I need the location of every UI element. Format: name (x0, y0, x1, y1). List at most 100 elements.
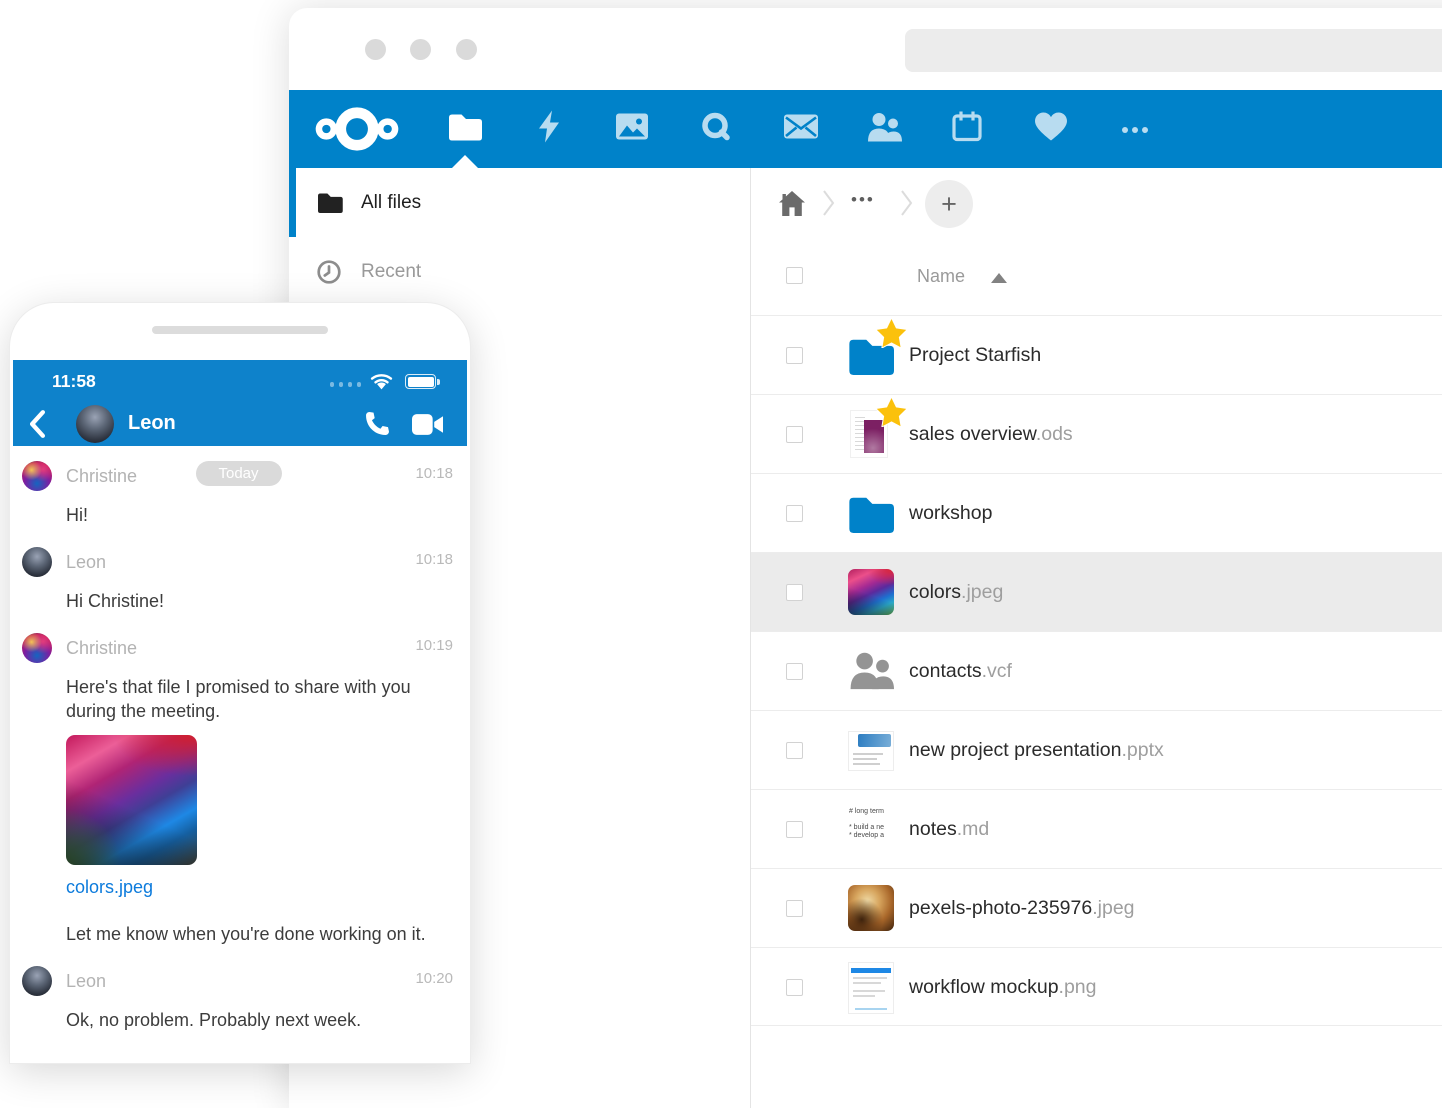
talk-app-icon[interactable] (701, 112, 731, 147)
markdown-preview-line: # long term (849, 808, 898, 816)
calendar-app-icon[interactable] (952, 112, 982, 147)
row-checkbox[interactable] (786, 979, 803, 996)
file-row-colors[interactable]: colors.jpeg (751, 552, 1442, 631)
back-chevron-icon[interactable] (30, 410, 45, 443)
file-name[interactable]: colors (909, 581, 961, 603)
address-bar[interactable] (905, 29, 1442, 72)
status-bar-time: 11:58 (52, 371, 96, 392)
cellular-signal-icon (330, 382, 362, 387)
sidebar-item-recent[interactable]: Recent (289, 237, 750, 306)
file-name[interactable]: pexels-photo-235976 (909, 897, 1092, 919)
nextcloud-navbar (289, 90, 1442, 168)
file-extension: .png (1059, 976, 1097, 998)
row-checkbox[interactable] (786, 900, 803, 917)
sidebar-item-all-files[interactable]: All files (289, 168, 750, 237)
presentation-thumbnail (848, 731, 894, 771)
file-name[interactable]: notes (909, 818, 957, 840)
file-row-project-starfish[interactable]: Project Starfish (751, 315, 1442, 394)
file-extension: .jpeg (961, 581, 1003, 603)
sidebar-item-label: Recent (361, 261, 421, 283)
file-extension: .vcf (982, 660, 1012, 682)
file-extension: .pptx (1121, 739, 1163, 761)
file-name[interactable]: Project Starfish (909, 344, 1041, 366)
file-name[interactable]: workflow mockup (909, 976, 1059, 998)
avatar-christine[interactable] (22, 633, 52, 663)
clock-icon (317, 260, 343, 284)
window-control-dot[interactable] (365, 39, 386, 60)
file-row-presentation[interactable]: new project presentation.pptx (751, 710, 1442, 789)
browser-chrome (289, 8, 1442, 90)
home-icon[interactable] (779, 191, 805, 221)
row-checkbox[interactable] (786, 505, 803, 522)
photos-app-icon[interactable] (616, 114, 648, 145)
window-control-dot[interactable] (410, 39, 431, 60)
contacts-icon (848, 650, 894, 696)
file-row-contacts[interactable]: contacts.vcf (751, 631, 1442, 710)
slide-text-line (853, 753, 883, 755)
row-checkbox[interactable] (786, 426, 803, 443)
attachment-file-link[interactable]: colors.jpeg (66, 877, 153, 898)
contacts-app-icon[interactable] (866, 112, 902, 147)
wifi-icon (370, 373, 393, 395)
favorite-star-icon[interactable] (875, 317, 908, 353)
contact-avatar[interactable] (76, 405, 114, 443)
file-name[interactable]: contacts (909, 660, 982, 682)
more-apps-icon[interactable] (1122, 120, 1148, 138)
message-author: Leon (66, 971, 106, 992)
new-file-button[interactable]: + (925, 180, 973, 228)
row-checkbox[interactable] (786, 821, 803, 838)
breadcrumb-ellipsis[interactable]: ••• (851, 190, 875, 210)
mockup-footer-line (855, 1008, 887, 1010)
phone-blue-header: 11:58 Leon (13, 360, 467, 446)
chevron-right-icon (823, 190, 835, 221)
photo-thumbnail (848, 885, 894, 931)
image-thumbnail (848, 569, 894, 615)
name-column-header[interactable]: Name (917, 266, 965, 287)
window-control-dot[interactable] (456, 39, 477, 60)
message-author: Leon (66, 552, 106, 573)
file-name[interactable]: sales overview (909, 423, 1036, 445)
mockup-text-line (853, 977, 887, 979)
file-extension: .ods (1036, 423, 1073, 445)
message-time: 10:20 (415, 970, 453, 987)
active-app-notch (452, 155, 478, 168)
file-row-notes[interactable]: # long term * build a ne * develop a not… (751, 789, 1442, 868)
row-checkbox[interactable] (786, 584, 803, 601)
chevron-right-icon (901, 190, 913, 221)
file-row-workflow-mockup[interactable]: workflow mockup.png (751, 947, 1442, 1026)
phone-call-icon[interactable] (365, 411, 390, 441)
avatar-leon[interactable] (22, 966, 52, 996)
attachment-image-colors-jpeg[interactable] (66, 735, 197, 865)
file-name[interactable]: workshop (909, 502, 992, 524)
file-row-pexels-photo[interactable]: pexels-photo-235976.jpeg (751, 868, 1442, 947)
files-app-icon[interactable] (448, 113, 482, 146)
markdown-thumbnail: # long term * build a ne * develop a (846, 804, 898, 854)
nextcloud-logo-icon[interactable] (313, 103, 401, 160)
sort-ascending-icon[interactable] (991, 273, 1007, 283)
activity-app-icon[interactable] (538, 111, 560, 148)
file-list-header: Name (751, 240, 1442, 315)
file-row-sales-overview[interactable]: sales overview.ods (751, 394, 1442, 473)
file-row-workshop[interactable]: workshop (751, 473, 1442, 552)
file-name[interactable]: new project presentation (909, 739, 1121, 761)
mail-app-icon[interactable] (784, 115, 818, 144)
folder-icon (317, 192, 343, 213)
mockup-text-line (853, 982, 881, 984)
message-text: Ok, no problem. Probably next week. (66, 1008, 434, 1032)
avatar-leon[interactable] (22, 547, 52, 577)
avatar-christine[interactable] (22, 461, 52, 491)
message-author: Christine (66, 638, 137, 659)
file-extension: .md (957, 818, 990, 840)
chat-message-list: Christine Today 10:18 Hi! Leon 10:18 Hi … (13, 446, 467, 1032)
favorite-star-icon[interactable] (875, 396, 908, 432)
select-all-checkbox[interactable] (786, 267, 803, 284)
favorites-heart-app-icon[interactable] (1035, 113, 1067, 146)
chat-message: Leon 10:18 Hi Christine! (22, 547, 455, 613)
message-time: 10:18 (415, 465, 453, 482)
date-badge: Today (195, 461, 281, 486)
row-checkbox[interactable] (786, 663, 803, 680)
row-checkbox[interactable] (786, 742, 803, 759)
row-checkbox[interactable] (786, 347, 803, 364)
phone-screen: 11:58 Leon (13, 360, 467, 1063)
video-call-icon[interactable] (412, 414, 443, 440)
